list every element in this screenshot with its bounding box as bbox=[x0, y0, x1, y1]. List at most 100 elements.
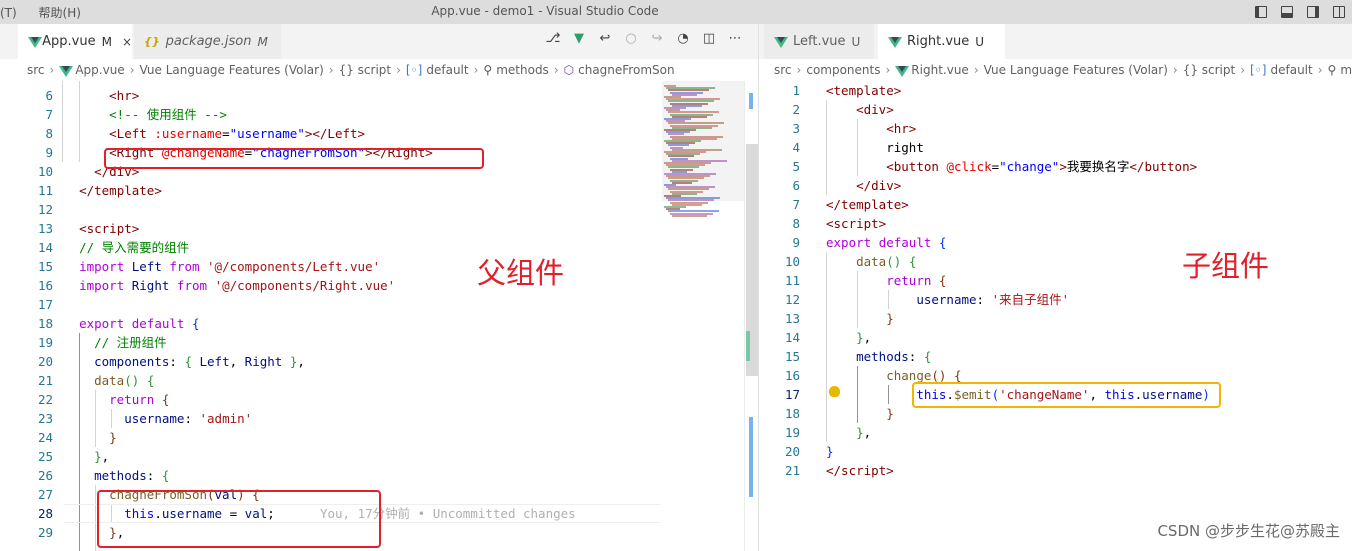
code-text: <template> bbox=[826, 83, 902, 98]
breadcrumb-item[interactable]: {} script bbox=[339, 63, 392, 77]
breadcrumb-item[interactable]: App.vue bbox=[75, 63, 124, 77]
code-line[interactable]: 25 }, bbox=[0, 447, 660, 466]
scroll-marker bbox=[746, 331, 750, 361]
breadcrumb-right: src › components › Right.vue › Vue Language… bbox=[759, 59, 1352, 81]
code-line[interactable]: 8 <script> bbox=[759, 214, 1352, 233]
code-line[interactable]: 24 } bbox=[0, 428, 660, 447]
scrollbar-left[interactable] bbox=[744, 81, 758, 551]
line-number: 2 bbox=[792, 102, 800, 117]
minimap-left[interactable] bbox=[662, 81, 744, 551]
code-text: // 注册组件 bbox=[94, 335, 167, 350]
code-line[interactable]: 22 return { bbox=[0, 390, 660, 409]
more-actions-icon[interactable]: ⋯ bbox=[722, 31, 748, 46]
breadcrumb-item[interactable]: {} script bbox=[1183, 63, 1236, 77]
line-number: 11 bbox=[37, 183, 53, 198]
code-line[interactable]: 7 <!-- 使用组件 --> bbox=[0, 105, 660, 124]
line-number: 6 bbox=[792, 178, 800, 193]
line-number: 12 bbox=[37, 202, 53, 217]
code-line[interactable]: 14 }, bbox=[759, 328, 1352, 347]
code-line[interactable]: 4 right bbox=[759, 138, 1352, 157]
minimap-viewport[interactable] bbox=[662, 81, 744, 201]
breadcrumb-item[interactable]: Vue Language Features (Volar) bbox=[984, 63, 1168, 77]
line-number: 20 bbox=[37, 354, 53, 369]
customize-layout-icon[interactable] bbox=[1326, 2, 1352, 22]
breadcrumb-item[interactable]: default bbox=[426, 63, 468, 77]
code-line[interactable]: 2 <div> bbox=[759, 100, 1352, 119]
editor-group-right: Left.vue U Right.vue U src › components › … bbox=[759, 24, 1352, 551]
tab-app-vue[interactable]: App.vue M × bbox=[18, 24, 133, 59]
lightbulb-icon[interactable] bbox=[829, 386, 840, 397]
symbol-icon: [◦] bbox=[1250, 63, 1267, 77]
vue-file-icon bbox=[28, 36, 43, 48]
code-line[interactable]: 11 </template> bbox=[0, 181, 660, 200]
breadcrumb-item[interactable]: chagneFromSon bbox=[578, 63, 674, 77]
code-line[interactable]: 5 <button @click="change">我要换名字</button> bbox=[759, 157, 1352, 176]
code-line[interactable]: 17 bbox=[0, 295, 660, 314]
code-line[interactable]: 3 <hr> bbox=[759, 119, 1352, 138]
git-graph-icon[interactable]: ▼ bbox=[566, 31, 592, 46]
json-file-icon: {} bbox=[144, 35, 160, 48]
line-number: 13 bbox=[37, 221, 53, 236]
code-line[interactable]: 7 </template> bbox=[759, 195, 1352, 214]
code-text: return { bbox=[109, 392, 170, 407]
tab-package-json[interactable]: {} package.json M bbox=[134, 24, 282, 59]
code-text: export default { bbox=[79, 316, 200, 331]
line-number: 16 bbox=[784, 368, 800, 383]
tab-right-vue[interactable]: Right.vue U bbox=[878, 24, 1006, 59]
code-text: data() { bbox=[94, 373, 155, 388]
toggle-panel-icon[interactable] bbox=[1274, 2, 1300, 22]
code-line[interactable]: 21 </script> bbox=[759, 461, 1352, 480]
code-line[interactable]: 21 data() { bbox=[0, 371, 660, 390]
code-line[interactable]: 20} bbox=[759, 442, 1352, 461]
code-line[interactable]: 1 <template> bbox=[759, 81, 1352, 100]
breadcrumb-item[interactable]: methods bbox=[496, 63, 549, 77]
line-number: 28 bbox=[37, 506, 53, 521]
code-line[interactable]: 19 // 注册组件 bbox=[0, 333, 660, 352]
go-forward-icon[interactable]: ○ bbox=[618, 31, 644, 46]
code-line[interactable]: 19 }, bbox=[759, 423, 1352, 442]
breadcrumb-item[interactable]: src bbox=[27, 63, 45, 77]
go-back-icon[interactable]: ↩ bbox=[592, 31, 618, 46]
code-line[interactable]: 23 username: 'admin' bbox=[0, 409, 660, 428]
code-line[interactable]: 26 methods: { bbox=[0, 466, 660, 485]
breadcrumb-item[interactable]: default bbox=[1270, 63, 1312, 77]
breadcrumb-item[interactable]: m bbox=[1340, 63, 1352, 77]
tab-label: App.vue bbox=[42, 34, 96, 49]
line-number: 6 bbox=[45, 88, 53, 103]
source-control-icon[interactable]: ⎇ bbox=[540, 31, 566, 46]
breadcrumb-item[interactable]: src bbox=[774, 63, 792, 77]
breadcrumb-item[interactable]: Right.vue bbox=[911, 63, 969, 77]
toggle-primary-sidebar-icon[interactable] bbox=[1248, 2, 1274, 22]
code-text: } bbox=[826, 444, 834, 459]
code-line[interactable]: 6 <hr> bbox=[0, 86, 660, 105]
line-number: 26 bbox=[37, 468, 53, 483]
line-number: 21 bbox=[784, 463, 800, 478]
go-forward-icon[interactable]: ↪ bbox=[644, 31, 670, 46]
annotation-parent-component: 父组件 bbox=[477, 256, 565, 290]
line-number: 29 bbox=[37, 525, 53, 540]
code-line[interactable]: 15 methods: { bbox=[759, 347, 1352, 366]
timeline-icon[interactable]: ◔ bbox=[670, 31, 696, 46]
code-line[interactable]: 6 </div> bbox=[759, 176, 1352, 195]
code-line[interactable]: 18 export default { bbox=[0, 314, 660, 333]
line-number: 8 bbox=[792, 216, 800, 231]
toggle-secondary-sidebar-icon[interactable] bbox=[1300, 2, 1326, 22]
breadcrumb-item[interactable]: Vue Language Features (Volar) bbox=[140, 63, 324, 77]
close-icon[interactable]: × bbox=[122, 35, 132, 49]
tab-label: package.json bbox=[165, 34, 252, 49]
breadcrumb-item[interactable]: components bbox=[806, 63, 880, 77]
code-text: </script> bbox=[826, 463, 894, 478]
code-line[interactable]: 13 <script> bbox=[0, 219, 660, 238]
scroll-marker bbox=[749, 93, 753, 109]
code-editor-right[interactable]: 1 <template> 2 <div> 3 <hr> 4 right 5 <button… bbox=[759, 81, 1352, 551]
tab-left-vue[interactable]: Left.vue U bbox=[764, 24, 875, 59]
code-text: methods: { bbox=[94, 468, 170, 483]
split-editor-icon[interactable]: ◫ bbox=[696, 31, 722, 46]
code-line[interactable]: 12 bbox=[0, 200, 660, 219]
line-number: 13 bbox=[784, 311, 800, 326]
code-line[interactable]: 8 <Left :username="username"></Left> bbox=[0, 124, 660, 143]
code-line[interactable]: 20 components: { Left, Right }, bbox=[0, 352, 660, 371]
method-icon: ⬡ bbox=[563, 63, 575, 77]
code-line[interactable]: 13 } bbox=[759, 309, 1352, 328]
code-line[interactable]: 12 username: '来自子组件' bbox=[759, 290, 1352, 309]
